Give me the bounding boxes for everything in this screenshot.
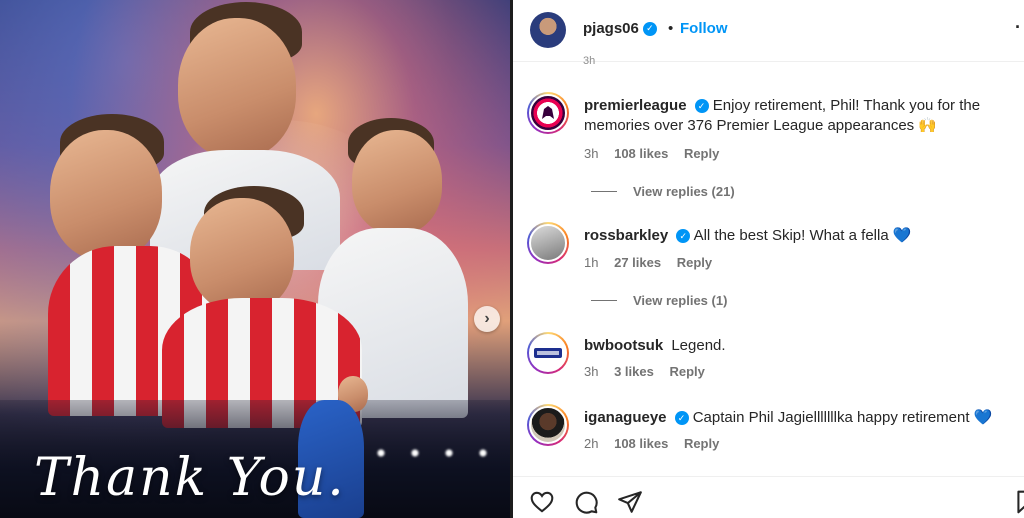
comment-username[interactable]: rossbarkley — [584, 227, 668, 244]
thank-you-script: Thank You. — [34, 448, 346, 508]
replies-line — [591, 300, 617, 301]
author-name[interactable]: pjags06 ✓ — [583, 20, 657, 38]
comment-time: 3h — [584, 146, 599, 161]
comment-likes[interactable]: 108 likes — [614, 436, 668, 451]
carousel-next-button[interactable]: › — [474, 306, 500, 332]
comment-time: 1h — [584, 255, 599, 270]
lion-logo-icon — [542, 106, 554, 119]
post-header: pjags06 ✓ • Follow · — [513, 0, 1024, 62]
verified-badge-icon: ✓ — [674, 411, 689, 426]
view-replies-label: View replies (1) — [633, 293, 728, 308]
comment-username[interactable]: bwbootsuk — [584, 337, 663, 354]
view-replies-button[interactable]: View replies (21) — [591, 184, 735, 199]
comment-avatar[interactable] — [527, 92, 569, 134]
comment-avatar[interactable] — [527, 332, 569, 374]
view-replies-label: View replies (21) — [633, 184, 735, 199]
comment-time: 2h — [584, 436, 599, 451]
verified-badge-icon: ✓ — [642, 21, 657, 36]
comment-time: 3h — [584, 364, 599, 379]
chevron-right-icon: › — [484, 310, 490, 327]
post-image[interactable]: Thank You. › — [0, 0, 510, 518]
comment-avatar[interactable] — [527, 404, 569, 446]
comment-meta: 2h 108 likes Reply — [584, 436, 731, 451]
comment-likes[interactable]: 108 likes — [614, 146, 668, 161]
verified-badge-icon: ✓ — [694, 99, 709, 114]
reply-button[interactable]: Reply — [684, 146, 719, 161]
replies-line — [591, 191, 617, 192]
comment-text: bwbootsuk Legend. — [584, 336, 1014, 356]
verified-badge-icon: ✓ — [676, 229, 691, 244]
comment-likes[interactable]: 3 likes — [614, 364, 654, 379]
comment-content: All the best Skip! What a fella 💙 — [693, 227, 912, 244]
share-icon[interactable] — [617, 489, 643, 515]
action-bar — [513, 476, 1024, 518]
comments-panel: pjags06 ✓ • Follow · 3h premierleague ✓ En… — [513, 0, 1024, 518]
comment-text: premierleague ✓ Enjoy retirement, Phil! T… — [584, 96, 1014, 136]
more-options-icon[interactable]: · — [1015, 17, 1021, 38]
comment-username[interactable]: iganagueye — [584, 409, 667, 426]
clipped-timestamp: 3h — [583, 55, 596, 67]
view-replies-button[interactable]: View replies (1) — [591, 293, 727, 308]
comment-avatar[interactable] — [527, 222, 569, 264]
comment-text: iganagueye ✓ Captain Phil Jagielllllllka … — [584, 408, 1014, 428]
comment-content: Legend. — [671, 337, 726, 354]
comment-meta: 3h 3 likes Reply — [584, 364, 717, 379]
reply-button[interactable]: Reply — [669, 364, 704, 379]
author-username[interactable]: pjags06 — [583, 20, 639, 37]
author-avatar[interactable] — [530, 12, 566, 48]
heart-icon[interactable] — [529, 489, 555, 515]
bootsuk-logo-icon — [534, 348, 562, 358]
comment-username[interactable]: premierleague — [584, 97, 687, 114]
header-separator: • — [668, 20, 674, 37]
reply-button[interactable]: Reply — [684, 436, 719, 451]
reply-button[interactable]: Reply — [677, 255, 712, 270]
comment-icon[interactable] — [573, 489, 599, 515]
comment-meta: 3h 108 likes Reply — [584, 146, 731, 161]
bookmark-icon[interactable] — [1013, 489, 1024, 515]
comment-content: Captain Phil Jagielllllllka happy retire… — [692, 409, 993, 426]
follow-button[interactable]: Follow — [680, 20, 728, 37]
comment-likes[interactable]: 27 likes — [614, 255, 661, 270]
comment-meta: 1h 27 likes Reply — [584, 255, 724, 270]
comment-text: rossbarkley ✓ All the best Skip! What a f… — [584, 226, 1014, 246]
